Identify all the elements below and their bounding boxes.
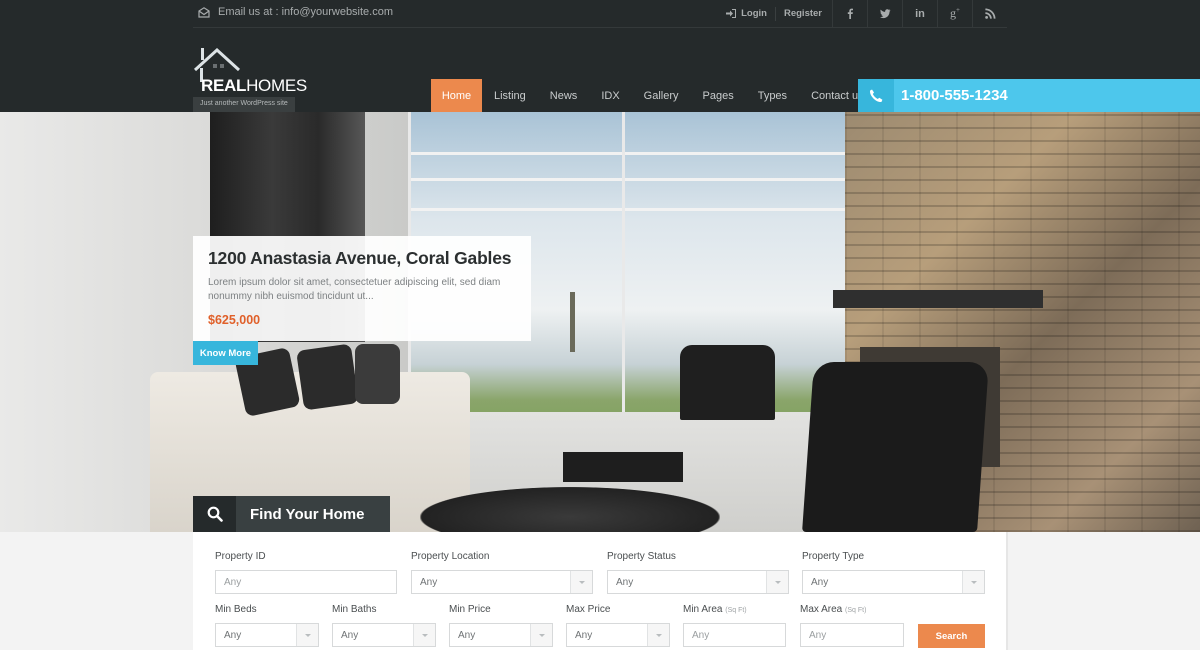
hero-bg-mantel — [833, 290, 1043, 308]
site-logo[interactable]: REALHOMES Just another WordPress site — [193, 48, 313, 112]
know-more-button[interactable]: Know More — [193, 341, 258, 365]
slide-caption-card: 1200 Anastasia Avenue, Coral Gables Lore… — [193, 236, 531, 341]
linkedin-icon: in — [915, 7, 925, 20]
chevron-down-icon — [530, 624, 552, 646]
facebook-link[interactable] — [832, 0, 867, 27]
linkedin-link[interactable]: in — [902, 0, 937, 27]
search-button[interactable]: Search — [918, 624, 985, 648]
login-icon — [726, 9, 737, 18]
min-price-field: Min Price Any — [449, 604, 553, 647]
email-contact[interactable]: Email us at : info@yourwebsite.com — [198, 6, 393, 18]
google-plus-link[interactable]: g+ — [937, 0, 972, 27]
phone-banner[interactable]: 1-800-555-1234 — [858, 79, 1200, 112]
phone-icon-box — [858, 79, 894, 112]
slide-price: $625,000 — [208, 313, 261, 327]
phone-number: 1-800-555-1234 — [901, 87, 1008, 104]
hero-bg-chair — [680, 345, 775, 420]
min-area-field: Min Area (Sq Ft) Any — [683, 604, 786, 647]
property-type-select[interactable]: Any — [802, 570, 985, 594]
hero-bg-pillow — [296, 343, 359, 411]
find-your-home-tab: Find Your Home — [193, 496, 390, 532]
nav-item-types[interactable]: Types — [746, 79, 799, 112]
min-beds-field: Min Beds Any — [215, 604, 319, 647]
property-status-field: Property Status Any — [607, 551, 789, 594]
max-area-field: Max Area (Sq Ft) Any — [800, 604, 904, 647]
window-frame — [408, 152, 848, 155]
site-header: Email us at : info@yourwebsite.com Login… — [0, 0, 1200, 112]
brand-name: REALHOMES — [201, 76, 307, 95]
twitter-link[interactable] — [867, 0, 902, 27]
min-area-input[interactable]: Any — [683, 623, 786, 647]
property-id-field: Property ID Any — [215, 551, 397, 594]
main-nav: Home Listing News IDX Gallery Pages Type… — [431, 79, 876, 112]
property-search-form: Property ID Any Property Location Any Pr… — [193, 532, 1008, 650]
slide-description: Lorem ipsum dolor sit amet, consectetuer… — [208, 277, 501, 302]
nav-item-listing[interactable]: Listing — [482, 79, 538, 112]
chevron-down-icon — [296, 624, 318, 646]
chevron-down-icon — [766, 571, 788, 593]
google-plus-icon: g+ — [950, 6, 960, 20]
hero-bg-chair — [802, 362, 989, 532]
nav-item-news[interactable]: News — [538, 79, 590, 112]
site-tagline: Just another WordPress site — [193, 97, 295, 112]
nav-item-idx[interactable]: IDX — [589, 79, 631, 112]
nav-item-gallery[interactable]: Gallery — [632, 79, 691, 112]
rss-link[interactable] — [972, 0, 1007, 27]
max-price-field: Max Price Any — [566, 604, 670, 647]
phone-icon — [869, 89, 883, 102]
chevron-down-icon — [647, 624, 669, 646]
chevron-down-icon — [962, 571, 984, 593]
property-id-input[interactable]: Any — [215, 570, 397, 594]
find-your-home-title: Find Your Home — [236, 496, 390, 532]
top-right-links: Login Register in g+ — [726, 0, 1007, 27]
max-area-input[interactable]: Any — [800, 623, 904, 647]
window-frame — [408, 178, 848, 181]
nav-item-pages[interactable]: Pages — [691, 79, 746, 112]
hero-bg-rug — [420, 487, 720, 532]
chevron-down-icon — [413, 624, 435, 646]
hero-bg-palm — [570, 292, 575, 352]
search-icon-box — [193, 496, 236, 532]
property-status-select[interactable]: Any — [607, 570, 789, 594]
property-type-field: Property Type Any — [802, 551, 985, 594]
property-location-select[interactable]: Any — [411, 570, 593, 594]
hero-bg-table — [563, 452, 683, 482]
slide-title[interactable]: 1200 Anastasia Avenue, Coral Gables — [208, 248, 516, 269]
min-price-select[interactable]: Any — [449, 623, 553, 647]
twitter-icon — [879, 9, 890, 19]
min-beds-select[interactable]: Any — [215, 623, 319, 647]
chevron-down-icon — [570, 571, 592, 593]
register-link[interactable]: Register — [776, 8, 822, 19]
login-link[interactable]: Login — [726, 6, 776, 21]
hero-slider[interactable] — [0, 112, 1200, 532]
min-baths-select[interactable]: Any — [332, 623, 436, 647]
envelope-icon — [198, 6, 210, 18]
window-frame — [408, 208, 848, 211]
search-icon — [207, 506, 223, 522]
property-location-field: Property Location Any — [411, 551, 593, 594]
email-text: Email us at : info@yourwebsite.com — [218, 6, 394, 18]
hero-bg-pillow — [355, 344, 400, 404]
max-price-select[interactable]: Any — [566, 623, 670, 647]
auth-links: Login Register — [726, 0, 832, 27]
rss-icon — [984, 8, 995, 19]
min-baths-field: Min Baths Any — [332, 604, 436, 647]
facebook-icon — [847, 8, 853, 19]
top-bar: Email us at : info@yourwebsite.com Login… — [193, 0, 1007, 28]
nav-item-home[interactable]: Home — [431, 79, 482, 112]
